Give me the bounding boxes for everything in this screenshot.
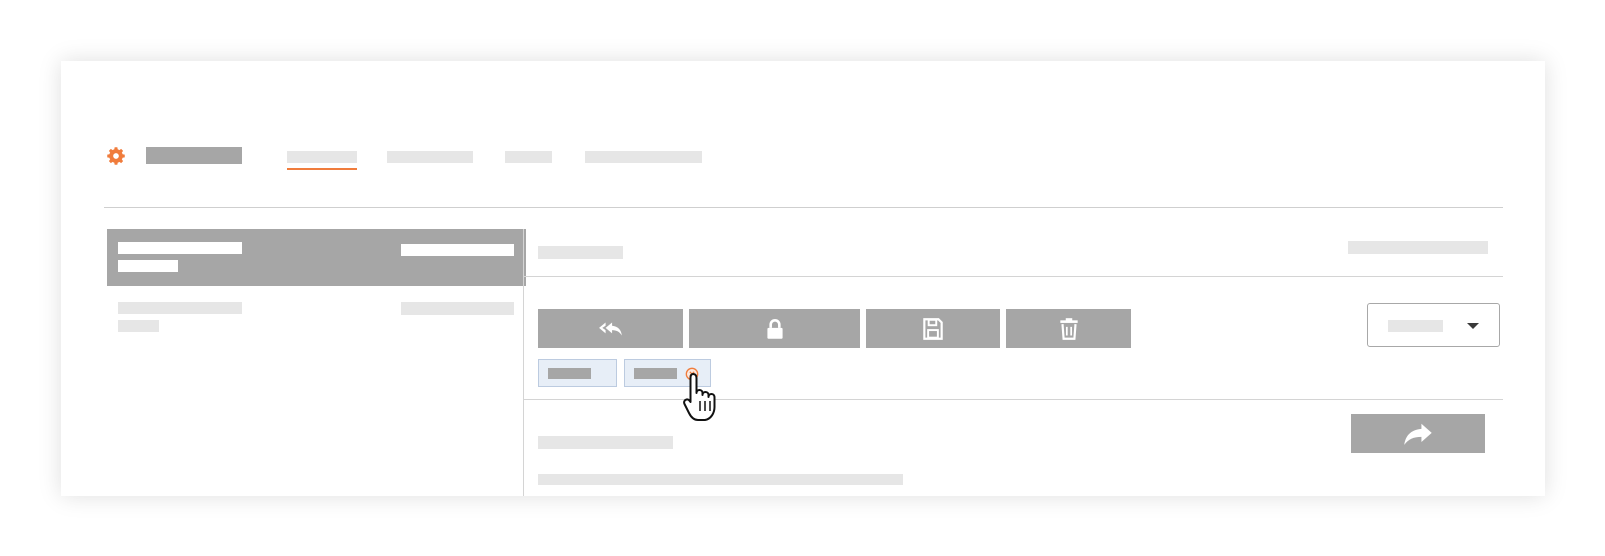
hand-pointer-icon [683, 373, 716, 421]
chip-label [548, 368, 591, 379]
trash-icon [1059, 317, 1078, 340]
detail-title [538, 246, 623, 259]
gear-icon [107, 147, 125, 165]
list-item-meta [401, 244, 514, 256]
dropdown-value [1388, 320, 1443, 332]
list-item-meta [401, 302, 514, 315]
save-button[interactable] [866, 309, 1000, 348]
delete-button[interactable] [1006, 309, 1131, 348]
active-tab-indicator [287, 168, 357, 170]
lock-icon [766, 318, 783, 339]
tab-1[interactable] [287, 151, 357, 163]
app-window [61, 61, 1545, 496]
reply-all-icon [598, 322, 622, 335]
app-title [146, 147, 242, 164]
reply-all-button[interactable] [538, 309, 683, 348]
list-item[interactable] [107, 289, 526, 349]
caret-down-icon [1467, 323, 1479, 329]
stage [0, 0, 1605, 556]
save-icon [923, 317, 943, 340]
forward-icon [1404, 423, 1432, 445]
chip-label [634, 368, 677, 379]
detail-meta [1348, 241, 1488, 254]
options-dropdown[interactable] [1367, 303, 1500, 347]
list-item-subtitle [118, 260, 178, 272]
detail-divider [524, 399, 1503, 400]
tab-4[interactable] [585, 151, 702, 163]
header-divider [104, 207, 1503, 208]
body-heading [538, 436, 673, 449]
body-line [538, 474, 903, 485]
list-item-selected[interactable] [107, 229, 526, 286]
list-divider [523, 229, 524, 496]
tag-chip[interactable] [538, 359, 617, 387]
lock-button[interactable] [689, 309, 860, 348]
list-item-title [118, 242, 242, 254]
detail-divider [524, 276, 1503, 277]
tab-3[interactable] [505, 151, 552, 163]
list-item-subtitle [118, 320, 159, 332]
forward-button[interactable] [1351, 414, 1485, 453]
tab-2[interactable] [387, 151, 473, 163]
list-item-title [118, 302, 242, 314]
